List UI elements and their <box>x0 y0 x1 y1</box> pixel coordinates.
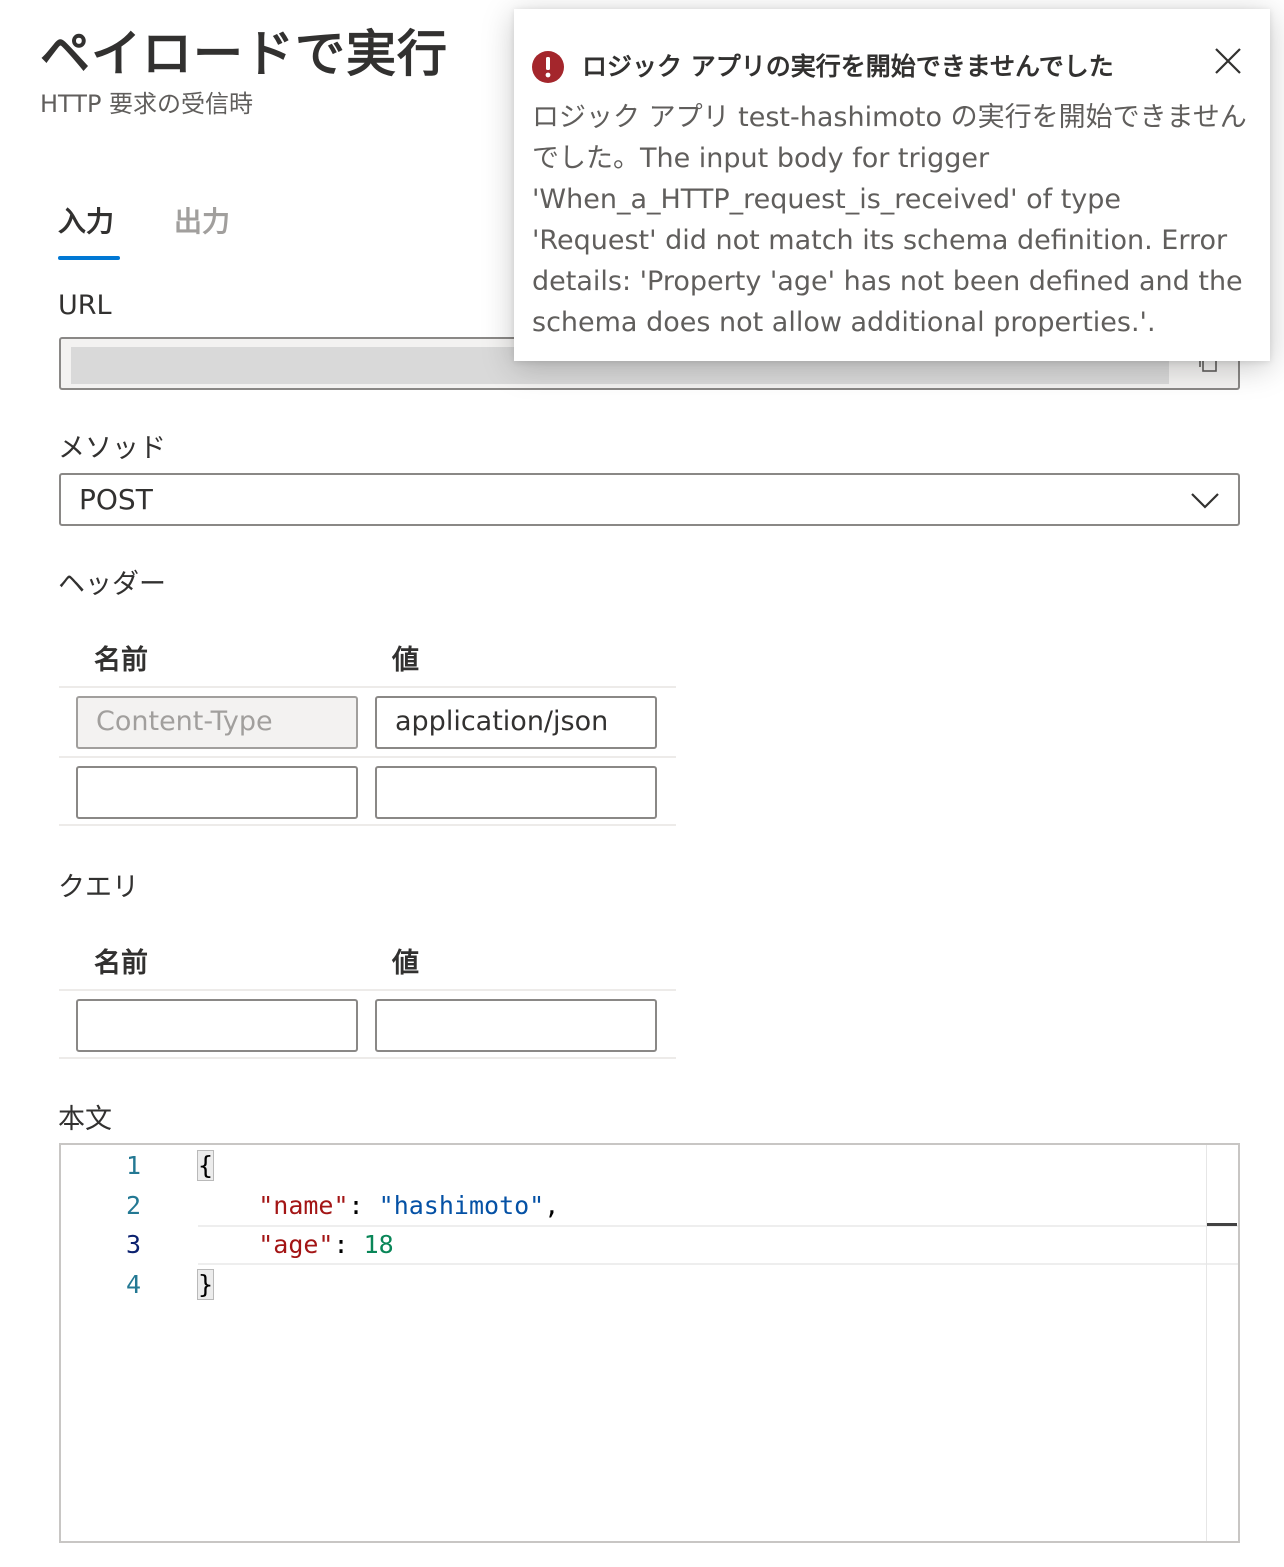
line-number: 1 <box>125 1151 141 1180</box>
code-line: { <box>196 1150 215 1181</box>
close-brace: } <box>196 1269 215 1300</box>
active-tab-indicator <box>58 256 120 260</box>
headers-value-column: 値 <box>392 645 419 676</box>
notification-message: ロジック アプリ test-hashimoto の実行を開始できませんでした。T… <box>532 102 1247 338</box>
line-number: 2 <box>125 1191 141 1220</box>
headers-table-header: 名前 値 <box>59 630 676 686</box>
error-notification: ロジック アプリの実行を開始できませんでした ロジック アプリ test-has… <box>514 9 1270 361</box>
header-value-input[interactable] <box>375 766 657 819</box>
editor-scrollbar[interactable] <box>1206 1145 1238 1541</box>
body-code-editor[interactable]: 1 2 3 4 { "name": "hashimoto", "age": 18… <box>59 1143 1240 1543</box>
query-table-header: 名前 値 <box>59 933 676 989</box>
code-line: } <box>196 1269 215 1300</box>
table-row: Content-Type application/json <box>59 686 676 756</box>
line-number: 4 <box>125 1270 141 1299</box>
method-value: POST <box>79 483 153 516</box>
json-colon: : <box>348 1191 364 1220</box>
tab-list: 入力 出力 <box>58 200 458 262</box>
header-name-input[interactable]: Content-Type <box>76 696 358 749</box>
page-subtitle: HTTP 要求の受信時 <box>40 90 254 118</box>
json-colon: : <box>333 1230 349 1259</box>
json-key: "name" <box>258 1191 349 1220</box>
header-name-input[interactable] <box>76 766 358 819</box>
table-row <box>59 756 676 826</box>
close-icon[interactable] <box>1212 45 1244 77</box>
url-label: URL <box>58 290 112 321</box>
body-label: 本文 <box>58 1104 112 1135</box>
header-value-input[interactable]: application/json <box>375 696 657 749</box>
json-string-value: "hashimoto" <box>378 1191 545 1220</box>
json-comma: , <box>544 1191 560 1220</box>
line-number-gutter: 1 2 3 4 <box>61 1145 181 1541</box>
table-row <box>59 989 676 1059</box>
error-icon <box>532 51 564 83</box>
headers-name-column: 名前 <box>94 645 148 676</box>
code-line: "name": "hashimoto", <box>198 1191 559 1220</box>
json-number-value: 18 <box>363 1230 394 1259</box>
notification-title: ロジック アプリの実行を開始できませんでした <box>582 52 1114 81</box>
line-number: 3 <box>125 1230 141 1259</box>
json-key: "age" <box>258 1230 334 1259</box>
page-title: ペイロードで実行 <box>40 25 448 83</box>
chevron-down-icon <box>1191 493 1219 509</box>
run-with-payload-panel: ペイロードで実行 HTTP 要求の受信時 入力 出力 URL メソッド POST… <box>0 0 1284 1567</box>
tab-output[interactable]: 出力 <box>174 200 230 252</box>
code-line: "age": 18 <box>198 1230 394 1259</box>
headers-label: ヘッダー <box>58 569 166 600</box>
open-brace: { <box>196 1150 215 1181</box>
method-dropdown[interactable]: POST <box>59 473 1240 526</box>
cursor-position-marker <box>1207 1223 1237 1226</box>
query-value-input[interactable] <box>375 999 657 1052</box>
query-label: クエリ <box>58 872 139 903</box>
query-name-input[interactable] <box>76 999 358 1052</box>
query-value-column: 値 <box>392 948 419 979</box>
tab-input[interactable]: 入力 <box>58 200 114 252</box>
query-name-column: 名前 <box>94 948 148 979</box>
method-label: メソッド <box>58 433 166 464</box>
